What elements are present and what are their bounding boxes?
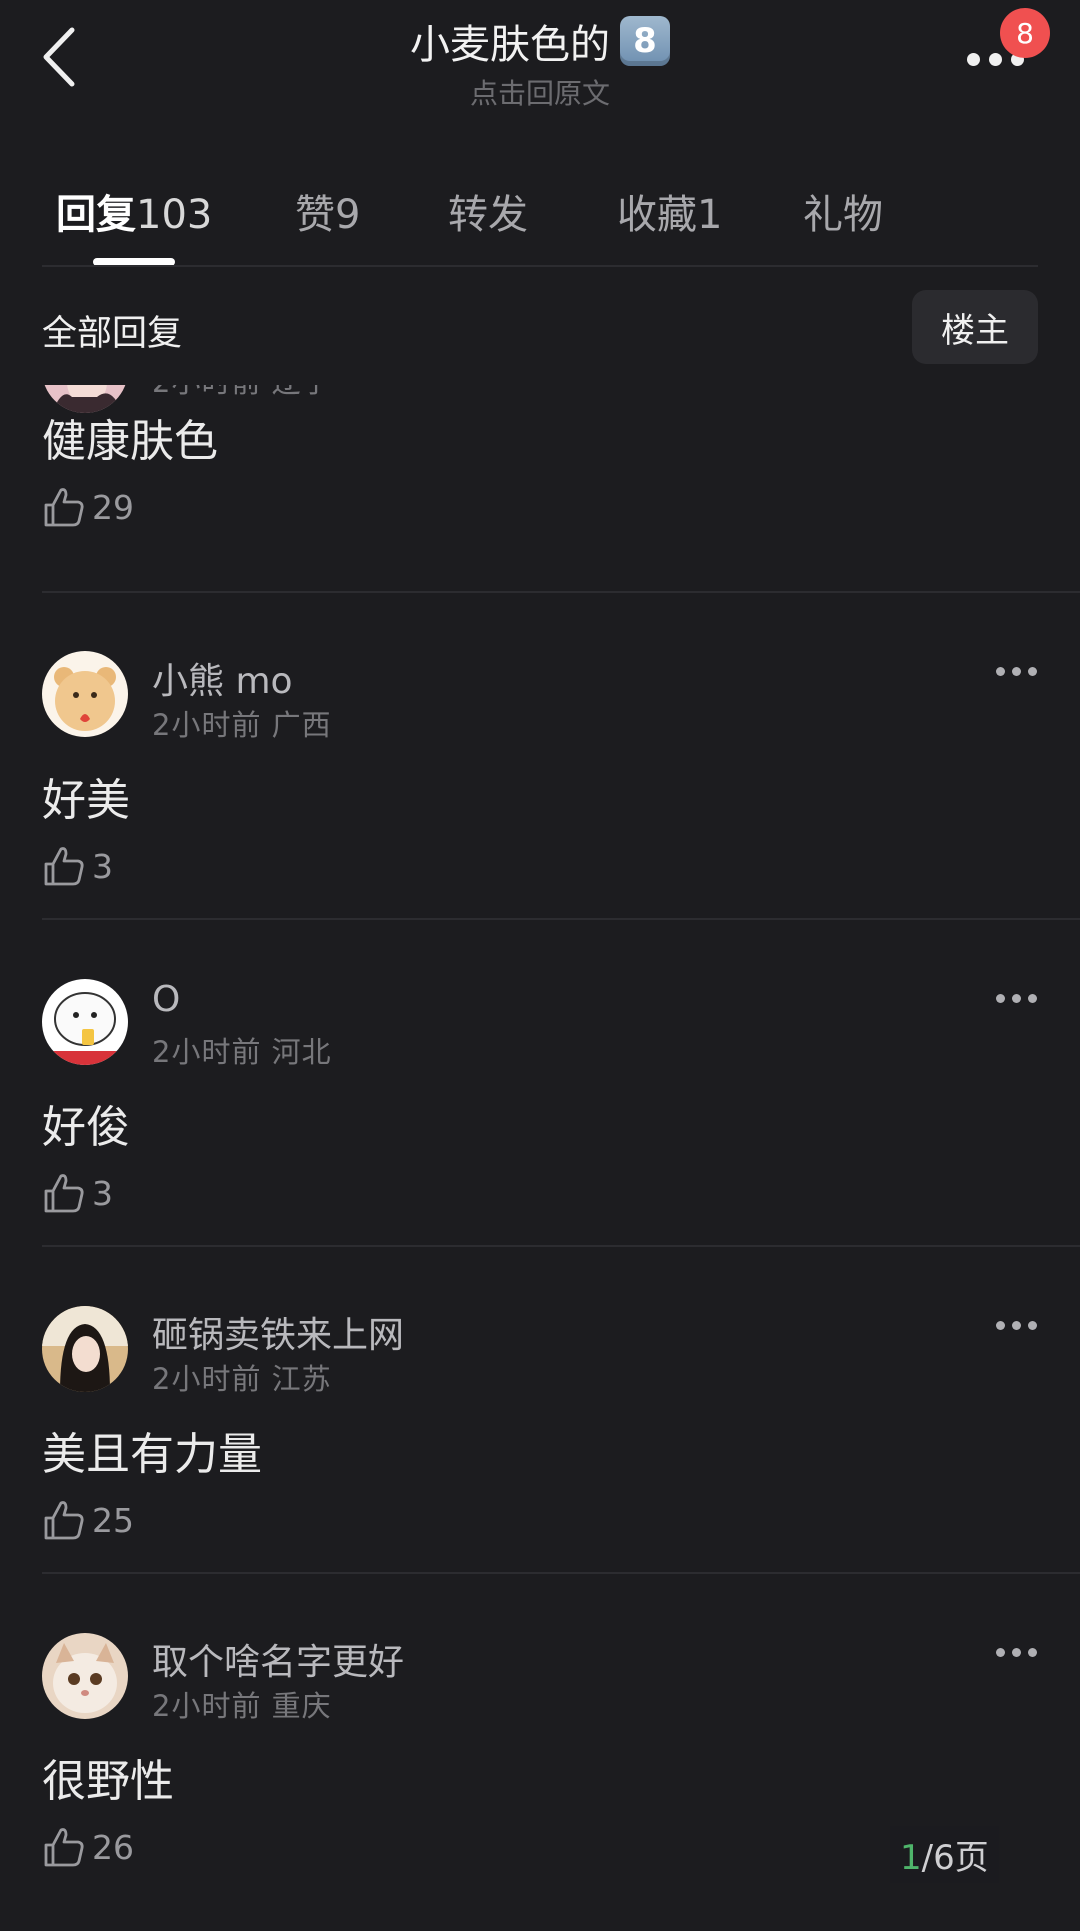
tab-label: 转发 — [448, 192, 528, 238]
keycap-emoji-icon: 8 — [620, 16, 670, 66]
comment-location: 广西 — [271, 708, 332, 742]
like-button[interactable]: 29 — [42, 485, 134, 529]
comment-username[interactable]: O — [152, 979, 180, 1020]
notification-badge: 8 — [1000, 8, 1050, 58]
like-button[interactable]: 3 — [42, 844, 113, 888]
comment-text: 好俊 — [42, 1102, 130, 1153]
comment-item: 2小时前 辽宁 健康肤色 29 — [0, 385, 1080, 652]
avatar[interactable] — [42, 979, 128, 1065]
comment-meta: 2小时前 重庆 — [152, 1683, 332, 1725]
page-indicator[interactable]: 1/6页 — [890, 1826, 999, 1883]
comment-location: 河北 — [271, 1035, 332, 1069]
like-count: 26 — [92, 1827, 134, 1867]
comment-username[interactable]: 取个啥名字更好 — [152, 1633, 404, 1685]
chevron-left-icon — [43, 27, 75, 87]
tab-bar: 回复103 赞9 转发 收藏1 礼物 — [0, 170, 1080, 270]
thumbs-up-icon — [44, 847, 84, 886]
tab-replies[interactable]: 回复103 — [56, 182, 212, 240]
like-count: 29 — [92, 487, 134, 527]
post-title-area[interactable]: 小麦肤色的 8 点击回原文 — [240, 12, 840, 112]
tab-likes[interactable]: 赞9 — [295, 182, 360, 240]
page-title: 小麦肤色的 — [410, 22, 610, 68]
tab-favorites[interactable]: 收藏1 — [617, 182, 722, 240]
like-button[interactable]: 26 — [42, 1825, 134, 1869]
user-avatar-image — [42, 979, 128, 1065]
comment-location: 辽宁 — [272, 385, 332, 399]
back-to-original-link[interactable]: 点击回原文 — [240, 72, 840, 112]
tab-gifts[interactable]: 礼物 — [803, 182, 883, 240]
comment-meta: 2小时前 辽宁 — [152, 385, 332, 401]
more-options-button[interactable] — [996, 1648, 1038, 1662]
comment-item: 砸锅卖铁来上网 2小时前 江苏 美且有力量 25 — [0, 1306, 1080, 1633]
comment-location: 重庆 — [271, 1689, 332, 1723]
divider — [42, 1572, 1080, 1574]
total-pages: /6页 — [921, 1838, 989, 1878]
tab-count: 1 — [697, 192, 723, 238]
thumbs-up-icon — [44, 1828, 84, 1867]
tab-label: 礼物 — [803, 192, 883, 238]
thumbs-up-icon — [44, 1174, 84, 1213]
comment-text: 健康肤色 — [42, 416, 218, 467]
comment-item: 小熊 mo 2小时前 广西 好美 3 — [0, 651, 1080, 979]
like-button[interactable]: 25 — [42, 1498, 134, 1542]
comment-meta: 2小时前 河北 — [152, 1029, 332, 1071]
divider — [42, 1245, 1080, 1247]
like-count: 3 — [92, 1173, 113, 1213]
user-avatar-image — [42, 651, 128, 737]
comment-location: 江苏 — [271, 1362, 332, 1396]
comment-time: 2小时前 — [152, 708, 262, 742]
thumbs-up-icon — [44, 488, 84, 527]
comment-time: 2小时前 — [152, 385, 261, 399]
tab-reposts[interactable]: 转发 — [448, 182, 528, 240]
like-count: 3 — [92, 846, 113, 886]
comment-time: 2小时前 — [152, 1362, 262, 1396]
like-count: 25 — [92, 1500, 134, 1540]
comment-meta: 2小时前 广西 — [152, 702, 332, 744]
divider — [42, 591, 1080, 593]
more-options-button[interactable] — [996, 1321, 1038, 1335]
more-options-button[interactable] — [996, 994, 1038, 1008]
comment-time: 2小时前 — [152, 1035, 262, 1069]
thumbs-up-icon — [44, 1501, 84, 1540]
comment-username[interactable]: 小熊 mo — [152, 652, 293, 704]
like-button[interactable]: 3 — [42, 1171, 113, 1215]
avatar[interactable] — [42, 1306, 128, 1392]
tab-label: 赞 — [295, 192, 335, 238]
current-page: 1 — [900, 1838, 922, 1878]
comment-text: 好美 — [42, 775, 130, 826]
comment-item: 取个啥名字更好 2小时前 重庆 很野性 26 — [0, 1633, 1080, 1931]
back-button[interactable] — [30, 20, 90, 95]
tab-count: 9 — [335, 192, 361, 238]
divider — [42, 918, 1080, 920]
comment-text: 很野性 — [42, 1756, 174, 1807]
tab-label: 收藏 — [617, 192, 697, 238]
comment-list: 2小时前 辽宁 健康肤色 29 小熊 mo 2小时前 — [0, 385, 1080, 1931]
comment-item: O 2小时前 河北 好俊 3 — [0, 979, 1080, 1306]
avatar[interactable] — [42, 1633, 128, 1719]
section-title: 全部回复 — [42, 314, 183, 354]
user-avatar-image — [42, 1633, 128, 1719]
comment-meta: 2小时前 江苏 — [152, 1356, 332, 1398]
comment-username[interactable]: 砸锅卖铁来上网 — [152, 1306, 404, 1358]
avatar[interactable] — [42, 651, 128, 737]
comment-text: 美且有力量 — [42, 1429, 262, 1480]
owner-filter-button[interactable]: 楼主 — [912, 290, 1038, 364]
tab-label: 回复 — [56, 192, 136, 238]
user-avatar-image — [42, 1306, 128, 1392]
divider — [42, 265, 1038, 267]
tab-count: 103 — [136, 192, 213, 238]
more-options-button[interactable] — [996, 667, 1038, 681]
top-bar: 小麦肤色的 8 点击回原文 8 — [0, 0, 1080, 140]
comment-time: 2小时前 — [152, 1689, 262, 1723]
